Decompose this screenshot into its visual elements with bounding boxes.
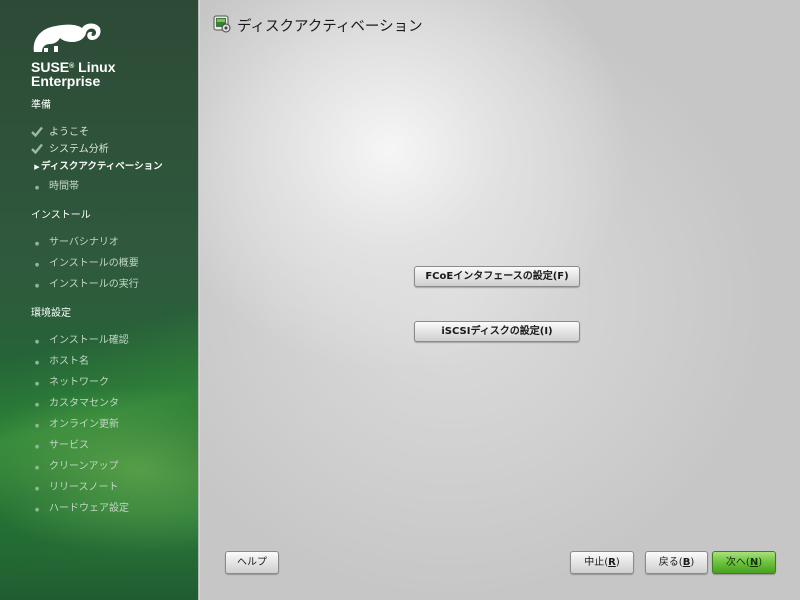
sidebar-step-label: インストール確認 (49, 335, 129, 346)
sidebar-step-label: クリーンアップ (49, 461, 119, 472)
sidebar-step: ● ホスト名 (30, 355, 89, 369)
checkmark-icon (30, 143, 44, 157)
disk-activation-icon (213, 15, 231, 33)
bullet-icon: ● (34, 465, 40, 471)
sidebar-step-label: ようこそ (49, 127, 89, 138)
abort-button[interactable]: 中止(R) (570, 551, 634, 574)
sidebar-step: ● サーバシナリオ (30, 236, 119, 250)
sidebar-step: ● リリースノート (30, 481, 119, 495)
sidebar-step: ● サービス (30, 439, 89, 453)
page-title: ディスクアクティベーション (237, 19, 423, 35)
bullet-icon: ● (34, 283, 40, 289)
sidebar-step: ● ハードウェア設定 (30, 502, 129, 516)
bullet-icon: ● (34, 185, 40, 191)
sidebar-step-label: カスタマセンタ (49, 398, 119, 409)
bullet-icon: ● (34, 381, 40, 387)
sidebar-step-label: システム分析 (49, 144, 109, 155)
configure-iscsi-button[interactable]: iSCSIディスクの設定(I) (414, 321, 580, 342)
bullet-icon: ● (34, 241, 40, 247)
next-button[interactable]: 次へ(N) (712, 551, 776, 574)
bullet-icon: ● (34, 360, 40, 366)
sidebar-section-title: インストール (31, 210, 91, 221)
back-button[interactable]: 戻る(B) (645, 551, 708, 574)
sidebar-step-label: ディスクアクティベーション (41, 161, 163, 172)
sidebar-step: ● カスタマセンタ (30, 397, 119, 411)
sidebar-section-title: 環境設定 (31, 308, 71, 319)
sidebar-step-label: リリースノート (49, 482, 119, 493)
sidebar-section-title: 準備 (31, 100, 51, 111)
sidebar-step-label: オンライン更新 (49, 419, 119, 430)
sidebar-step: ● 時間帯 (30, 180, 79, 194)
configure-fcoe-button[interactable]: FCoEインタフェースの設定(F) (414, 266, 580, 287)
bullet-icon: ● (34, 402, 40, 408)
bullet-icon: ● (34, 423, 40, 429)
sidebar-step: システム分析 (30, 143, 109, 157)
sidebar-step-label: サービス (49, 440, 89, 451)
bullet-icon: ● (34, 262, 40, 268)
sidebar-step-label: インストールの概要 (49, 258, 139, 269)
sidebar-step-label: ネットワーク (49, 377, 109, 388)
bullet-icon: ● (34, 339, 40, 345)
bullet-icon: ● (34, 507, 40, 513)
sidebar-step: ● オンライン更新 (30, 418, 119, 432)
sidebar-step-label: 時間帯 (49, 181, 79, 192)
sidebar-step: ● インストール確認 (30, 334, 129, 348)
sidebar-step-label: サーバシナリオ (49, 237, 119, 248)
sidebar-step-label: インストールの実行 (49, 279, 139, 290)
suse-chameleon-logo-icon (33, 23, 101, 52)
sidebar-step-label: ハードウェア設定 (49, 503, 129, 514)
sidebar-step-label: ホスト名 (49, 356, 89, 367)
help-button[interactable]: ヘルプ (225, 551, 279, 574)
sidebar-step: ● クリーンアップ (30, 460, 119, 474)
configure-fcoe-label: FCoEインタフェースの設定(F) (425, 271, 569, 282)
product-name: SUSE® Linux Enterprise (31, 59, 116, 89)
configure-iscsi-label: iSCSIディスクの設定(I) (441, 326, 553, 337)
sidebar-step: ▶ディスクアクティベーション (30, 160, 163, 174)
sidebar-step: ● インストールの実行 (30, 278, 139, 292)
sidebar-step: ● インストールの概要 (30, 257, 139, 271)
sidebar-step: ● ネットワーク (30, 376, 109, 390)
main-panel: ディスクアクティベーション FCoEインタフェースの設定(F) iSCSIディス… (200, 0, 800, 600)
sidebar-step: ようこそ (30, 126, 89, 140)
bullet-icon: ● (34, 444, 40, 450)
sidebar: SUSE® Linux Enterprise 準備ようこそシステム分析 ▶ディスク… (0, 0, 198, 600)
bullet-icon: ● (34, 486, 40, 492)
checkmark-icon (30, 126, 44, 140)
help-label: ヘルプ (237, 557, 267, 568)
